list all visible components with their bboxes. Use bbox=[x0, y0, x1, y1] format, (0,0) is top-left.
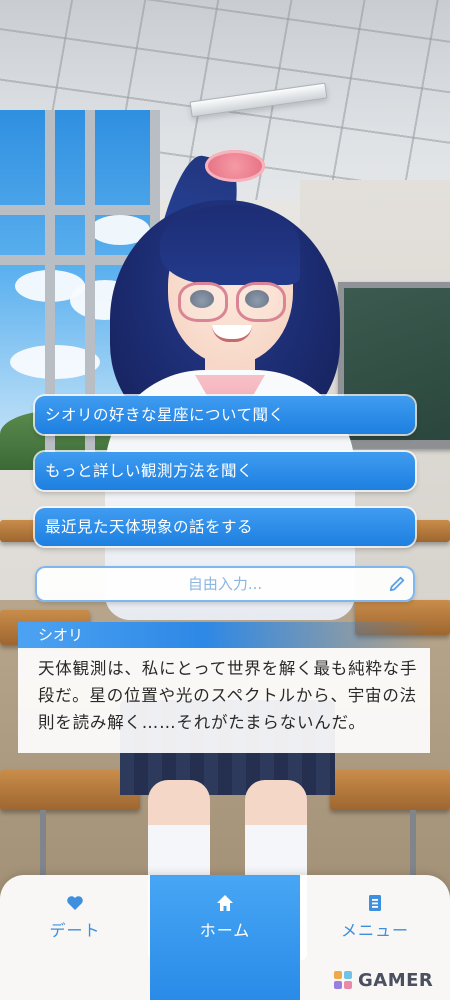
dialogue-line: 天体観測は、私にとって世界を解く最も純粋な手 bbox=[38, 659, 418, 678]
document-icon bbox=[369, 895, 381, 911]
choice-button-1[interactable]: シオリの好きな星座について聞く bbox=[35, 396, 415, 434]
heart-icon bbox=[67, 896, 83, 910]
gamer-watermark: GAMER bbox=[332, 968, 433, 992]
scrunchie bbox=[205, 150, 265, 182]
nav-date[interactable]: デート bbox=[0, 875, 150, 1000]
choice-button-2[interactable]: もっと詳しい観測方法を聞く bbox=[35, 452, 415, 490]
window-frame bbox=[0, 205, 150, 215]
glasses bbox=[178, 282, 228, 322]
nav-label: ホーム bbox=[199, 921, 251, 940]
nav-label: メニュー bbox=[340, 921, 409, 940]
game-scene bbox=[0, 0, 450, 1000]
watermark-text: GAMER bbox=[358, 969, 434, 991]
choice-button-3[interactable]: 最近見た天体現象の話をする bbox=[35, 508, 415, 546]
gamer-logo-icon bbox=[334, 971, 352, 989]
dialogue-line: 則を読み解く……それがたまらないんだ。 bbox=[38, 713, 366, 732]
desk bbox=[0, 770, 140, 810]
pencil-icon[interactable] bbox=[388, 575, 406, 593]
nav-home[interactable]: ホーム bbox=[150, 875, 300, 1000]
speaker-name: シオリ bbox=[38, 626, 84, 644]
dialogue-text: 天体観測は、私にとって世界を解く最も純粋な手 段だ。星の位置や光のスペクトルから… bbox=[38, 655, 423, 736]
home-icon bbox=[217, 895, 233, 911]
glasses bbox=[236, 282, 286, 322]
nav-label: デート bbox=[49, 921, 101, 940]
free-input-field[interactable]: 自由入力... bbox=[35, 566, 415, 602]
dialogue-line: 段だ。星の位置や光のスペクトルから、宇宙の法 bbox=[38, 686, 417, 705]
desk bbox=[330, 770, 450, 810]
